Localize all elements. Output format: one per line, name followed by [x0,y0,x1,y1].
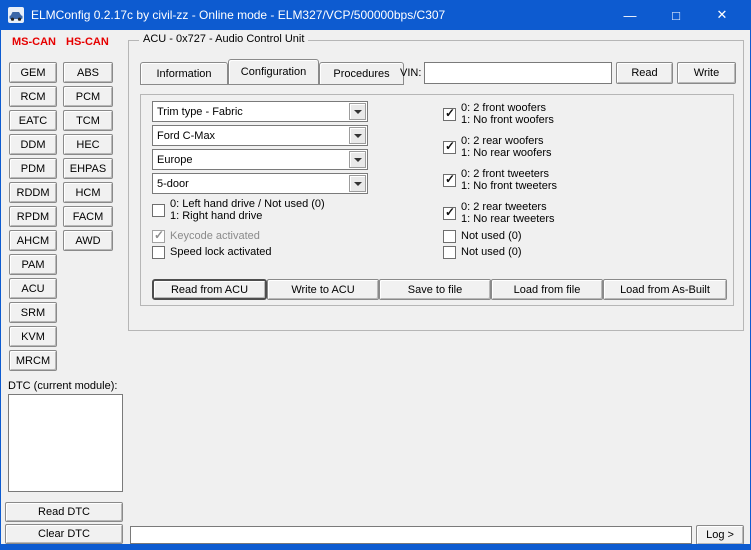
save-to-file-button[interactable]: Save to file [379,279,491,300]
checkbox-label: 0: 2 rear woofers 1: No rear woofers [461,135,551,159]
window-border-left [0,30,1,550]
checkbox-rear-tweeters[interactable]: 0: 2 rear tweeters 1: No rear tweeters [443,200,555,226]
log-input[interactable] [130,526,692,544]
close-button[interactable]: ✕ [699,0,745,30]
region-dropdown[interactable]: Europe [152,149,368,170]
sidebar-item-hec[interactable]: HEC [63,134,113,155]
trim-type-dropdown[interactable]: Trim type - Fabric [152,101,368,122]
sidebar-item-ehpas[interactable]: EHPAS [63,158,113,179]
sidebar-item-eatc[interactable]: EATC [9,110,57,131]
sidebar-item-ahcm[interactable]: AHCM [9,230,57,251]
log-button[interactable]: Log > [696,525,744,545]
checkbox-label: Not used (0) [461,230,522,242]
checkbox-label: Speed lock activated [170,246,272,258]
minimize-button[interactable]: — [607,0,653,30]
write-to-acu-button[interactable]: Write to ACU [267,279,379,300]
checkbox-front-woofers[interactable]: 0: 2 front woofers 1: No front woofers [443,101,554,127]
tab-configuration[interactable]: Configuration [228,59,319,85]
body-style-dropdown[interactable]: 5-door [152,173,368,194]
dropdown-value: Ford C-Max [153,130,215,142]
vin-read-button[interactable]: Read [616,62,673,84]
sidebar-item-acu[interactable]: ACU [9,278,57,299]
window-border-bottom [0,544,751,550]
maximize-button[interactable]: □ [653,0,699,30]
sidebar-item-hcm[interactable]: HCM [63,182,113,203]
ms-can-label: MS-CAN [12,36,56,48]
hs-can-label: HS-CAN [66,36,109,48]
checkbox-front-tweeters[interactable]: 0: 2 front tweeters 1: No front tweeters [443,167,557,193]
checkbox-label: Not used (0) [461,246,522,258]
checkbox-label: 0: 2 rear tweeters 1: No rear tweeters [461,201,555,225]
checkbox-box [152,204,165,217]
tab-procedures[interactable]: Procedures [319,62,404,85]
sidebar-item-pdm[interactable]: PDM [9,158,57,179]
read-from-acu-button[interactable]: Read from ACU [152,279,267,300]
chevron-down-icon[interactable] [349,103,366,120]
app-icon [8,7,24,23]
load-from-file-button[interactable]: Load from file [491,279,603,300]
sidebar-item-abs[interactable]: ABS [63,62,113,83]
vin-write-button[interactable]: Write [677,62,736,84]
window-controls: — □ ✕ [607,0,745,30]
checkbox-speed-lock[interactable]: Speed lock activated [152,245,272,259]
checkbox-drive-side[interactable]: 0: Left hand drive / Not used (0) 1: Rig… [152,197,325,223]
checkbox-box [443,108,456,121]
sidebar-item-pcm[interactable]: PCM [63,86,113,107]
dropdown-value: Europe [153,154,192,166]
checkbox-box [443,174,456,187]
vin-input[interactable] [424,62,612,84]
sidebar-item-gem[interactable]: GEM [9,62,57,83]
clear-dtc-button[interactable]: Clear DTC [5,524,123,544]
sidebar-item-kvm[interactable]: KVM [9,326,57,347]
checkbox-box [443,207,456,220]
vehicle-model-dropdown[interactable]: Ford C-Max [152,125,368,146]
chevron-down-icon[interactable] [349,151,366,168]
checkbox-box [152,230,165,243]
dropdown-value: 5-door [153,178,189,190]
sidebar-item-rddm[interactable]: RDDM [9,182,57,203]
chevron-down-icon[interactable] [349,175,366,192]
sidebar-item-tcm[interactable]: TCM [63,110,113,131]
elmconfig-window: ELMConfig 0.2.17c by civil-zz - Online m… [0,0,751,550]
checkbox-box [443,246,456,259]
checkbox-keycode-activated: Keycode activated [152,229,260,243]
checkbox-box [443,141,456,154]
checkbox-box [443,230,456,243]
sidebar-item-facm[interactable]: FACM [63,206,113,227]
dtc-listbox[interactable] [8,394,123,492]
titlebar: ELMConfig 0.2.17c by civil-zz - Online m… [0,0,751,30]
load-from-asbuilt-button[interactable]: Load from As-Built [603,279,727,300]
checkbox-label: 0: 2 front woofers 1: No front woofers [461,102,554,126]
sidebar-item-rpdm[interactable]: RPDM [9,206,57,227]
sidebar-item-mrcm[interactable]: MRCM [9,350,57,371]
chevron-down-icon[interactable] [349,127,366,144]
dropdown-value: Trim type - Fabric [153,106,243,118]
vin-label: VIN: [400,67,421,79]
sidebar-item-rcm[interactable]: RCM [9,86,57,107]
dtc-label: DTC (current module): [8,380,117,392]
sidebar-item-ddm[interactable]: DDM [9,134,57,155]
checkbox-label: 0: Left hand drive / Not used (0) 1: Rig… [170,198,325,222]
tab-information[interactable]: Information [140,62,228,85]
read-dtc-button[interactable]: Read DTC [5,502,123,522]
checkbox-label: Keycode activated [170,230,260,242]
checkbox-not-used-2[interactable]: Not used (0) [443,245,522,259]
sidebar-item-srm[interactable]: SRM [9,302,57,323]
sidebar-item-awd[interactable]: AWD [63,230,113,251]
window-title: ELMConfig 0.2.17c by civil-zz - Online m… [31,8,445,22]
checkbox-box [152,246,165,259]
sidebar-item-pam[interactable]: PAM [9,254,57,275]
acu-group-title: ACU - 0x727 - Audio Control Unit [139,33,308,45]
checkbox-rear-woofers[interactable]: 0: 2 rear woofers 1: No rear woofers [443,134,551,160]
checkbox-label: 0: 2 front tweeters 1: No front tweeters [461,168,557,192]
checkbox-not-used-1[interactable]: Not used (0) [443,229,522,243]
